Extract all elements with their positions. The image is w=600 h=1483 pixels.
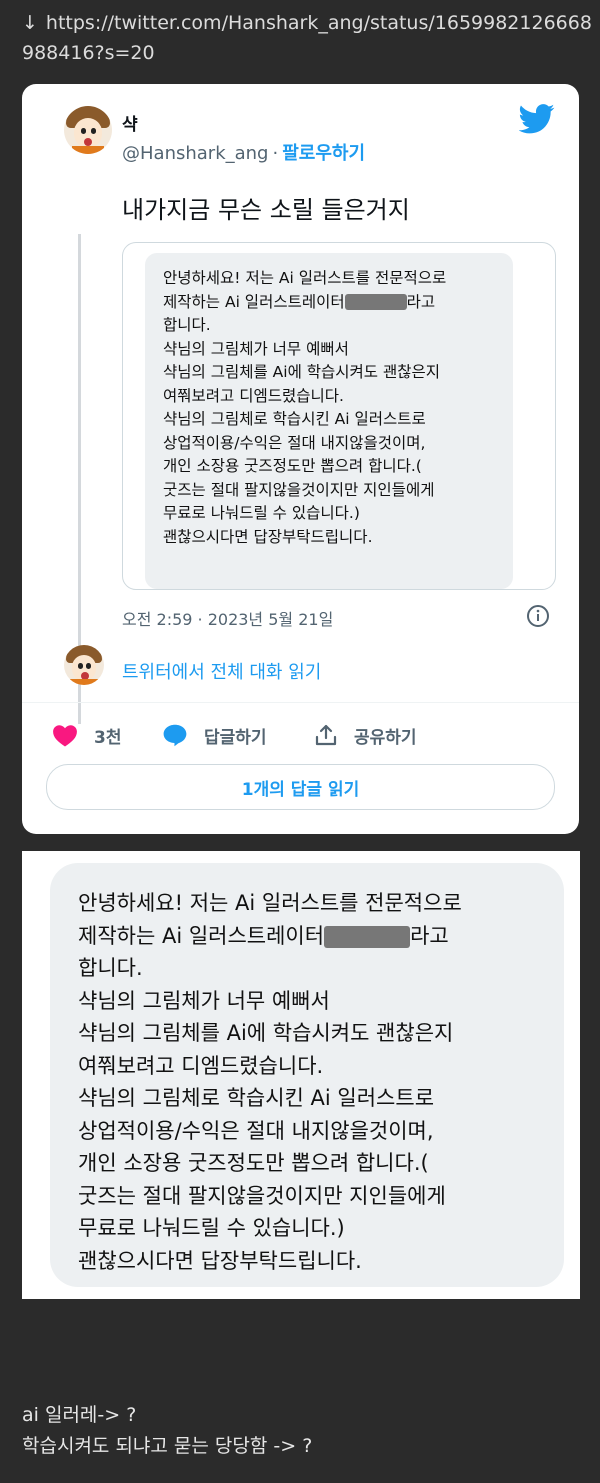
caption-line: 학습시켜도 되냐고 묻는 당당함 -> ?: [22, 1435, 313, 1457]
like-count: 3천: [94, 727, 122, 748]
twitter-bird-icon[interactable]: [519, 104, 555, 134]
enlarged-dm-screenshot: 안녕하세요! 저는 Ai 일러스트를 전문적으로 제작하는 Ai 일러스트레이터…: [22, 851, 580, 1299]
source-link[interactable]: ↓ https://twitter.com/Hanshark_ang/status…: [22, 8, 592, 68]
caption-line: ai 일러레-> ?: [22, 1404, 137, 1426]
redacted-name: [324, 925, 411, 948]
tweet-timestamp[interactable]: 오전 2:59 · 2023년 5월 21일: [122, 606, 333, 630]
heart-icon: [53, 725, 77, 747]
read-replies-button[interactable]: 1개의 답글 읽기: [46, 764, 555, 810]
action-bar: 3천 답글하기 공유하기: [52, 718, 552, 752]
reply-label: 답글하기: [204, 727, 267, 748]
author-handle-row: @Hanshark_ang · 팔로우하기: [122, 143, 366, 164]
dm-message-bubble: 안녕하세요! 저는 Ai 일러스트를 전문적으로 제작하는 Ai 일러스트레이터…: [145, 253, 513, 589]
reply-button[interactable]: 답글하기: [162, 718, 267, 752]
author-name[interactable]: 샥: [122, 110, 138, 135]
post-caption: ai 일러레-> ? 학습시켜도 되냐고 묻는 당당함 -> ?: [22, 1400, 312, 1462]
tweet-text: 내가지금 무슨 소릴 들은거지: [122, 196, 410, 224]
author-handle[interactable]: @Hanshark_ang: [122, 143, 268, 164]
read-conversation-link[interactable]: 트위터에서 전체 대화 읽기: [122, 658, 321, 684]
dm-message-bubble-large: 안녕하세요! 저는 Ai 일러스트를 전문적으로 제작하는 Ai 일러스트레이터…: [50, 863, 564, 1287]
down-arrow-icon: ↓: [22, 12, 38, 34]
share-upload-icon: [315, 724, 337, 746]
avatar[interactable]: [64, 645, 104, 685]
tweet-embed-card: 샥 @Hanshark_ang · 팔로우하기 내가지금 무슨 소릴 들은거지 안녕…: [22, 84, 579, 834]
tweet-media[interactable]: 안녕하세요! 저는 Ai 일러스트를 전문적으로 제작하는 Ai 일러스트레이터…: [122, 242, 556, 590]
source-url[interactable]: https://twitter.com/Hanshark_ang/status/…: [22, 12, 592, 64]
avatar[interactable]: [64, 106, 112, 154]
info-icon[interactable]: [526, 604, 550, 628]
divider: [22, 702, 579, 703]
share-button[interactable]: 공유하기: [314, 718, 417, 752]
like-button[interactable]: 3천: [52, 718, 121, 752]
follow-link[interactable]: 팔로우하기: [282, 143, 365, 164]
share-label: 공유하기: [354, 727, 417, 748]
redacted-name: [344, 294, 407, 310]
reply-bubble-icon: [163, 724, 187, 747]
